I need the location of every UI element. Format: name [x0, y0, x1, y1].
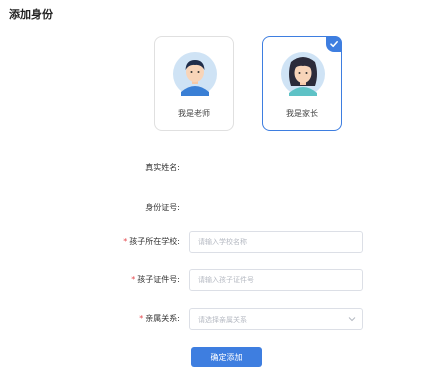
- child-id-label: * 孩子证件号:: [131, 275, 180, 284]
- real-name-row: 真实姓名:: [0, 157, 425, 179]
- required-mark: *: [131, 275, 136, 284]
- relation-select-placeholder: 请选择亲属关系: [198, 316, 247, 324]
- child-id-input[interactable]: [189, 269, 363, 291]
- child-id-row: * 孩子证件号:: [0, 269, 425, 291]
- relation-label: * 亲属关系:: [139, 314, 180, 323]
- required-mark: *: [139, 314, 144, 323]
- relation-select[interactable]: 请选择亲属关系: [189, 308, 363, 330]
- chevron-down-icon: [348, 317, 356, 322]
- identity-card-label: 我是老师: [178, 109, 210, 118]
- check-icon: [330, 41, 338, 48]
- id-number-row: 身份证号:: [0, 197, 425, 219]
- selected-check-badge: [326, 36, 342, 52]
- identity-card-label: 我是家长: [286, 109, 318, 118]
- page-title: 添加身份: [9, 8, 53, 21]
- identity-card-parent[interactable]: 我是家长: [262, 36, 342, 131]
- teacher-avatar-icon: [173, 52, 217, 96]
- relation-row: * 亲属关系: 请选择亲属关系: [0, 308, 425, 330]
- real-name-label: 真实姓名:: [145, 163, 180, 172]
- school-row: * 孩子所在学校:: [0, 231, 425, 253]
- confirm-add-button[interactable]: 确定添加: [191, 347, 262, 367]
- id-number-label: 身份证号:: [145, 203, 180, 212]
- required-mark: *: [123, 237, 128, 246]
- parent-avatar-icon: [281, 52, 325, 96]
- identity-card-teacher[interactable]: 我是老师: [154, 36, 234, 131]
- school-label: * 孩子所在学校:: [123, 237, 180, 246]
- school-input[interactable]: [189, 231, 363, 253]
